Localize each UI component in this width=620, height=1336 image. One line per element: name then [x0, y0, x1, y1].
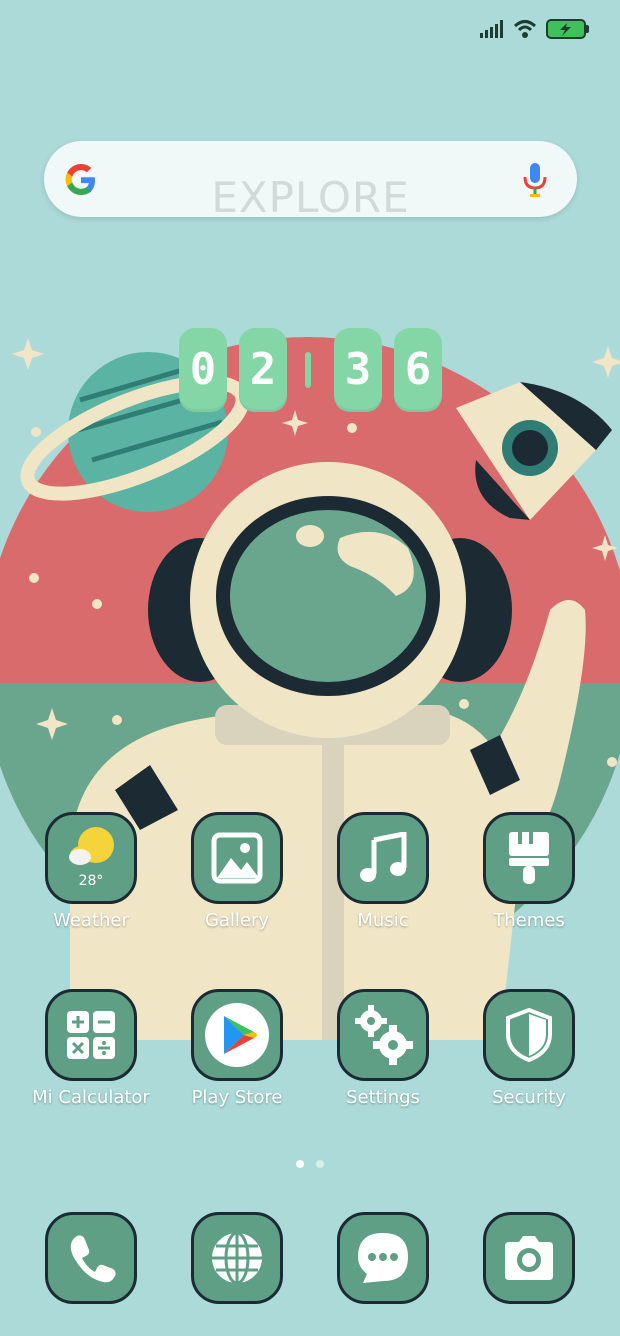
- message-icon: [358, 1233, 408, 1283]
- camera-tile[interactable]: [483, 1212, 575, 1304]
- app-play-store[interactable]: Play Store: [177, 989, 297, 1108]
- app-gallery[interactable]: Gallery: [177, 812, 297, 931]
- app-weather[interactable]: 28° Weather: [31, 812, 151, 931]
- play-store-icon: [205, 1003, 269, 1067]
- shield-icon: [506, 1008, 552, 1062]
- app-label: Mi Calculator: [32, 1087, 150, 1108]
- phone-tile[interactable]: [45, 1212, 137, 1304]
- clock-minute-tens: 3: [334, 328, 382, 412]
- google-search-bar[interactable]: EXPLORE: [44, 141, 577, 222]
- app-label: Play Store: [191, 1087, 283, 1108]
- dock-phone[interactable]: [31, 1212, 151, 1304]
- paintbrush-icon: [509, 832, 549, 884]
- app-label: Settings: [346, 1087, 420, 1108]
- play-store-tile[interactable]: [191, 989, 283, 1081]
- app-music[interactable]: Music: [323, 812, 443, 931]
- camera-icon: [505, 1236, 553, 1280]
- clock-widget[interactable]: 0 2 3 6: [179, 328, 443, 412]
- page-dot[interactable]: [316, 1160, 324, 1168]
- gears-icon: [355, 1005, 413, 1065]
- messages-tile[interactable]: [337, 1212, 429, 1304]
- globe-icon: [212, 1231, 262, 1285]
- gallery-tile[interactable]: [191, 812, 283, 904]
- settings-tile[interactable]: [337, 989, 429, 1081]
- calculator-tile[interactable]: [45, 989, 137, 1081]
- app-label: Security: [492, 1087, 566, 1108]
- app-label: Music: [357, 910, 409, 931]
- sun-cloud-icon: [69, 827, 114, 865]
- page-indicator[interactable]: [0, 1160, 620, 1168]
- app-settings[interactable]: Settings: [323, 989, 443, 1108]
- clock-hour-ones: 2: [239, 328, 287, 412]
- page-dot-active[interactable]: [296, 1160, 304, 1168]
- app-label: Gallery: [204, 910, 270, 931]
- dock-browser[interactable]: [177, 1212, 297, 1304]
- music-note-icon: [360, 832, 407, 882]
- weather-tile[interactable]: 28°: [45, 812, 137, 904]
- microphone-icon[interactable]: [521, 161, 549, 197]
- app-label: Themes: [493, 910, 565, 931]
- app-label: Weather: [53, 910, 129, 931]
- signal-bars-icon: [480, 20, 503, 38]
- calculator-icon: [67, 1011, 115, 1059]
- phone-icon: [70, 1235, 116, 1283]
- app-themes[interactable]: Themes: [469, 812, 589, 931]
- dock-messages[interactable]: [323, 1212, 443, 1304]
- clock-hour-tens: 0: [179, 328, 227, 412]
- battery-charging-icon: [546, 19, 589, 39]
- app-mi-calculator[interactable]: Mi Calculator: [31, 989, 151, 1108]
- app-security[interactable]: Security: [469, 989, 589, 1108]
- dock-camera[interactable]: [469, 1212, 589, 1304]
- music-tile[interactable]: [337, 812, 429, 904]
- browser-tile[interactable]: [191, 1212, 283, 1304]
- image-icon: [211, 832, 263, 884]
- themes-tile[interactable]: [483, 812, 575, 904]
- security-tile[interactable]: [483, 989, 575, 1081]
- explore-watermark: EXPLORE: [211, 173, 410, 222]
- status-bar: [480, 16, 589, 42]
- clock-colon: [305, 352, 311, 388]
- weather-temperature: 28°: [78, 873, 104, 889]
- clock-minute-ones: 6: [394, 328, 442, 412]
- wifi-icon: [513, 20, 537, 38]
